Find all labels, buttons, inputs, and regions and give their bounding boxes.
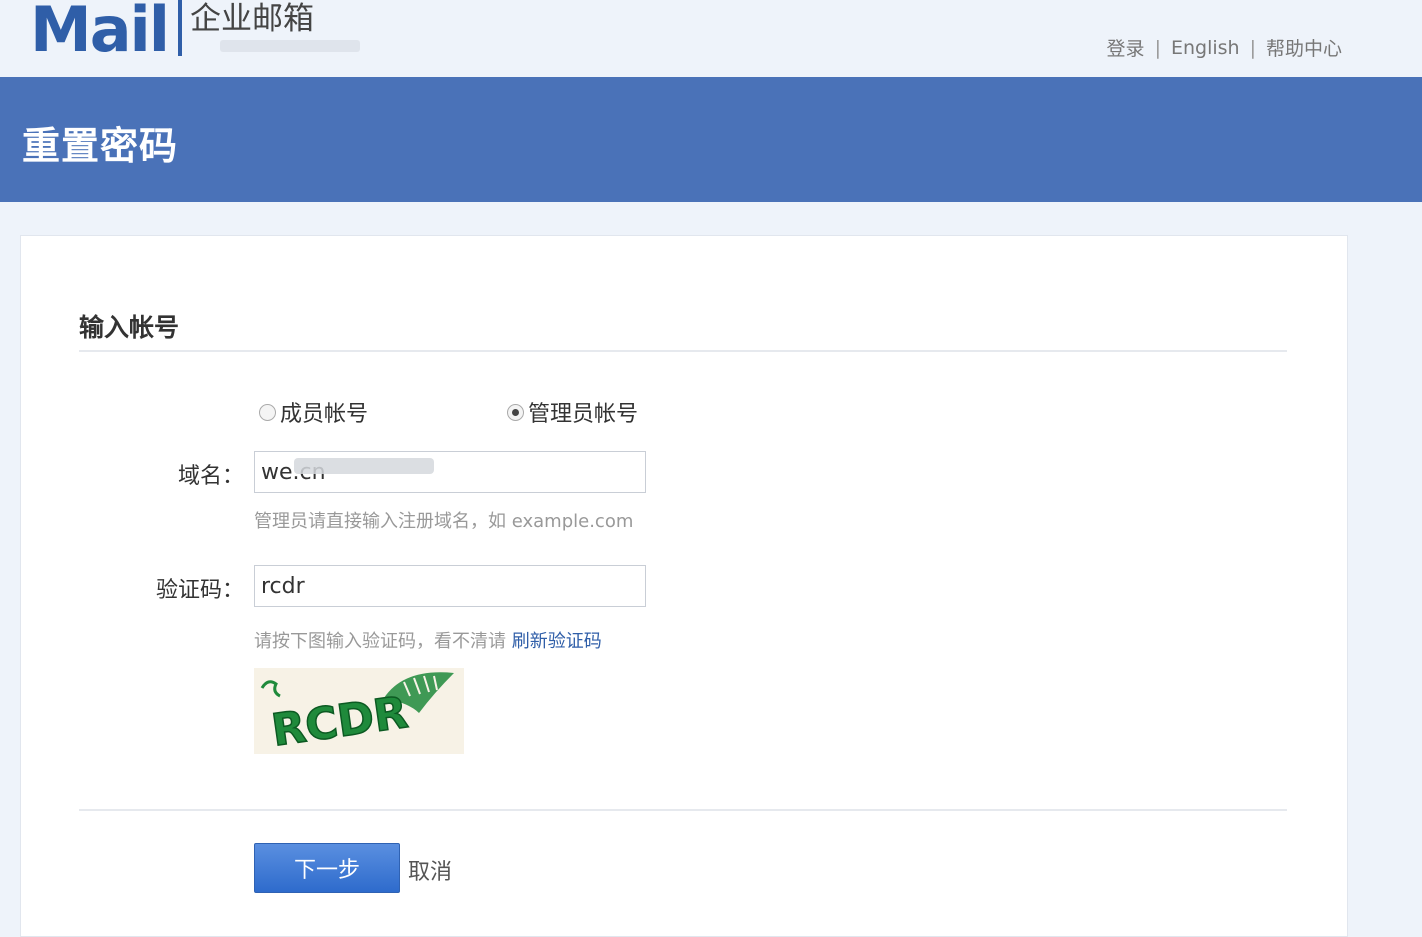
divider bbox=[79, 809, 1287, 811]
member-account-radio[interactable]: 成员帐号 bbox=[259, 396, 368, 428]
captcha-input[interactable] bbox=[254, 565, 646, 607]
captcha-label: 验证码： bbox=[155, 578, 244, 603]
logo-subtitle-blur bbox=[220, 40, 360, 52]
divider bbox=[79, 350, 1287, 352]
admin-account-label: 管理员帐号 bbox=[528, 402, 639, 427]
reset-form-card: 输入帐号 成员帐号 管理员帐号 域名： 管理员请直接输入注册域名，如 examp… bbox=[20, 235, 1348, 937]
refresh-captcha-link[interactable]: 刷新验证码 bbox=[512, 631, 602, 652]
separator: | bbox=[1249, 36, 1256, 59]
admin-account-radio[interactable]: 管理员帐号 bbox=[507, 396, 638, 428]
captcha-hint: 请按下图输入验证码，看不清请 刷新验证码 bbox=[254, 627, 602, 653]
page-title: 重置密码 bbox=[22, 124, 179, 168]
domain-hint: 管理员请直接输入注册域名，如 example.com bbox=[254, 511, 634, 532]
captcha-image: RCDR bbox=[254, 668, 464, 757]
cancel-link[interactable]: 取消 bbox=[408, 854, 452, 886]
radio-unchecked-icon[interactable] bbox=[259, 403, 276, 421]
top-bar: Mail 企业邮箱 登录 | English | 帮助中心 bbox=[0, 0, 1422, 77]
captcha-text: RCDR bbox=[269, 687, 411, 754]
radio-checked-icon[interactable] bbox=[507, 403, 524, 421]
english-link[interactable]: English bbox=[1171, 37, 1240, 59]
top-links: 登录 | English | 帮助中心 bbox=[1107, 34, 1342, 61]
captcha-graphic: RCDR bbox=[260, 672, 454, 757]
login-link[interactable]: 登录 bbox=[1107, 34, 1145, 61]
domain-label: 域名： bbox=[177, 464, 244, 489]
logo-subtitle: 企业邮箱 bbox=[190, 1, 315, 37]
next-step-button[interactable]: 下一步 bbox=[254, 843, 400, 893]
domain-redaction bbox=[294, 458, 434, 474]
member-account-label: 成员帐号 bbox=[280, 402, 369, 427]
logo-text: Mail bbox=[30, 0, 170, 66]
help-center-link[interactable]: 帮助中心 bbox=[1266, 34, 1342, 61]
page-banner: 重置密码 bbox=[0, 77, 1422, 202]
captcha-hint-text: 请按下图输入验证码，看不清请 bbox=[254, 631, 512, 652]
separator: | bbox=[1154, 36, 1161, 59]
section-title: 输入帐号 bbox=[79, 313, 180, 342]
logo-divider bbox=[178, 0, 183, 56]
